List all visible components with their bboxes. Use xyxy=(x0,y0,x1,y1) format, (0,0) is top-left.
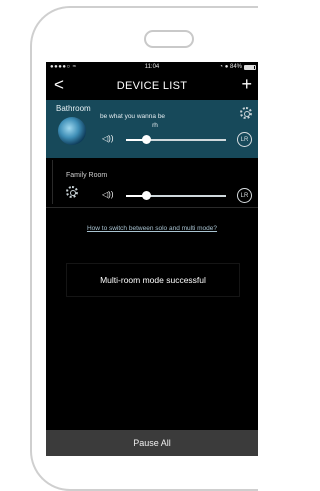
track-artist: rh xyxy=(152,122,158,129)
pause-all-button[interactable]: Pause All xyxy=(46,430,258,456)
status-right: ◔ ● 84% xyxy=(219,64,242,70)
earpiece-slot xyxy=(144,30,194,48)
battery-icon xyxy=(244,65,256,70)
volume-speaker-icon[interactable]: ◁)) xyxy=(102,135,113,143)
settings-gear-icon[interactable] xyxy=(240,107,252,119)
app-screen: ●●●●○ ≈ 11:04 ◔ ● 84% < DEVICE LIST + Ba… xyxy=(46,62,258,456)
divider xyxy=(46,207,258,208)
volume-slider-knob[interactable] xyxy=(142,191,151,200)
track-title: be what you wanna be xyxy=(100,113,166,120)
room-name-bathroom: Bathroom xyxy=(56,104,91,113)
navigation-bar: < DEVICE LIST + xyxy=(46,74,258,98)
volume-slider-knob[interactable] xyxy=(142,135,151,144)
room-name-family: Family Room xyxy=(66,172,108,179)
status-bar: ●●●●○ ≈ 11:04 ◔ ● 84% xyxy=(46,62,258,74)
room-card-bathroom[interactable]: Bathroom be what you wanna be rh ◁)) LR xyxy=(46,100,258,158)
add-device-button[interactable]: + xyxy=(241,75,252,93)
status-toast: Multi-room mode successful xyxy=(66,263,240,297)
lr-channel-button[interactable]: LR xyxy=(237,132,252,147)
album-art[interactable] xyxy=(58,117,86,145)
volume-speaker-icon[interactable]: ◁)) xyxy=(102,191,113,199)
room-card-family[interactable]: Family Room ◁)) LR xyxy=(46,160,258,206)
page-title: DEVICE LIST xyxy=(116,80,188,92)
card-edge xyxy=(52,160,53,204)
lr-channel-button[interactable]: LR xyxy=(237,188,252,203)
help-link[interactable]: How to switch between solo and multi mod… xyxy=(46,225,258,232)
settings-gear-icon[interactable] xyxy=(66,186,78,198)
